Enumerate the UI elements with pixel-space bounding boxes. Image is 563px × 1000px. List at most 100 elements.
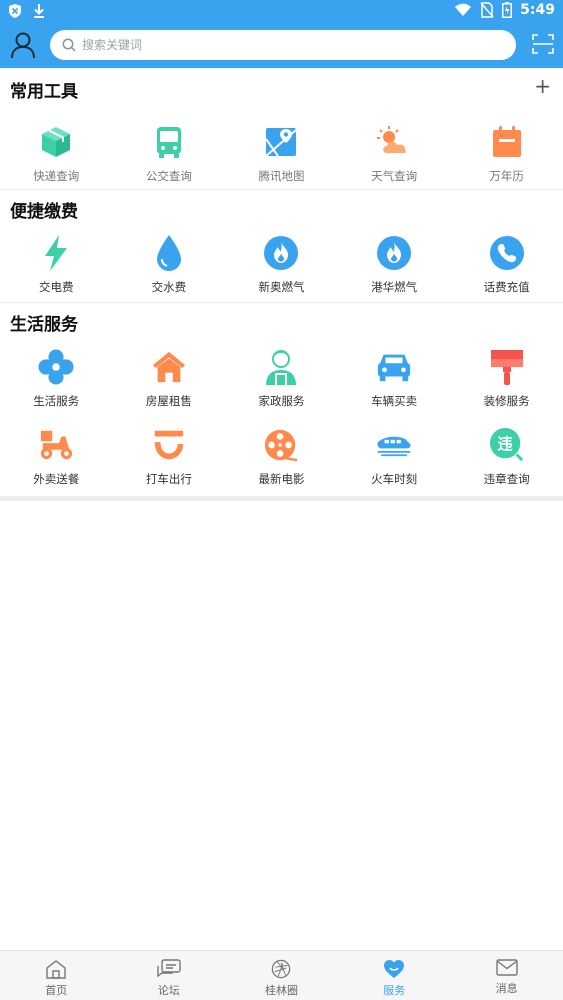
fan-icon bbox=[38, 349, 74, 385]
tool-label: 打车出行 bbox=[145, 472, 192, 486]
tab-label: 论坛 bbox=[157, 984, 180, 997]
chat-bubbles-icon bbox=[157, 959, 181, 978]
gas-flame-icon bbox=[376, 235, 412, 271]
pay-electricity[interactable]: 交电费 bbox=[0, 235, 113, 295]
tab-label: 桂林圈 bbox=[264, 984, 298, 997]
tool-label: 万年历 bbox=[489, 169, 524, 183]
violation-icon: 违 bbox=[489, 427, 525, 463]
tool-label: 港华燃气 bbox=[371, 280, 418, 294]
tab-messages[interactable]: 消息 bbox=[450, 951, 563, 1000]
tool-label: 话费充值 bbox=[483, 280, 530, 294]
home-icon bbox=[46, 960, 66, 979]
service-movies[interactable]: 最新电影 bbox=[225, 427, 338, 487]
payment-grid: 交电费 交水费 新奥燃气 港华燃气 话费充值 bbox=[0, 235, 563, 295]
search-icon bbox=[62, 38, 76, 52]
film-reel-icon bbox=[263, 427, 299, 463]
tool-label: 房屋租售 bbox=[145, 394, 192, 408]
service-grid-row-2: 外卖送餐 打车出行 最新电影 火车时刻 违 违章查询 bbox=[0, 427, 563, 487]
mail-icon bbox=[495, 959, 518, 976]
tool-calendar[interactable]: 万年历 bbox=[450, 124, 563, 184]
tool-grid: 快递查询 公交查询 腾讯地图 天气查询 万年历 bbox=[0, 124, 563, 184]
common-tools-section: 常用工具 + 快递查询 公交查询 腾讯地图 天气查询 万年历 bbox=[0, 68, 563, 190]
tool-label: 公交查询 bbox=[145, 169, 192, 183]
taxi-icon bbox=[151, 427, 187, 463]
status-bar: 5:49 bbox=[0, 0, 563, 22]
train-icon bbox=[376, 427, 412, 463]
gas-flame-icon bbox=[263, 235, 299, 271]
tab-guilin-circle[interactable]: 桂林圈 bbox=[225, 951, 338, 1000]
search-bar[interactable] bbox=[50, 30, 516, 60]
tool-label: 新奥燃气 bbox=[258, 280, 305, 294]
shield-icon bbox=[9, 4, 21, 18]
section-title: 便捷缴费 bbox=[10, 202, 78, 222]
tool-bus[interactable]: 公交查询 bbox=[113, 124, 226, 184]
aperture-icon bbox=[272, 959, 291, 979]
section-divider bbox=[0, 496, 563, 501]
calendar-icon bbox=[489, 124, 525, 160]
tool-label: 交水费 bbox=[151, 280, 187, 294]
pay-ganghua-gas[interactable]: 港华燃气 bbox=[338, 235, 451, 295]
tool-label: 天气查询 bbox=[371, 169, 418, 183]
add-tool-button[interactable]: + bbox=[534, 76, 551, 96]
package-icon bbox=[38, 124, 74, 160]
tab-home[interactable]: 首页 bbox=[0, 951, 113, 1000]
tool-label: 装修服务 bbox=[483, 394, 530, 408]
tool-label: 快递查询 bbox=[33, 169, 80, 183]
tool-label: 生活服务 bbox=[33, 394, 80, 408]
bottom-tab-bar: 首页 论坛 桂林圈 服务 消息 bbox=[0, 950, 563, 1000]
service-life[interactable]: 生活服务 bbox=[0, 349, 113, 409]
no-sim-icon bbox=[480, 2, 494, 18]
status-time: 5:49 bbox=[520, 2, 555, 18]
house-icon bbox=[151, 349, 187, 385]
top-header bbox=[0, 22, 563, 68]
section-title: 生活服务 bbox=[10, 315, 78, 335]
user-icon[interactable] bbox=[8, 30, 38, 60]
service-housekeeping[interactable]: 家政服务 bbox=[225, 349, 338, 409]
housekeeper-icon bbox=[263, 349, 299, 385]
tab-forum[interactable]: 论坛 bbox=[113, 951, 226, 1000]
service-house-rent[interactable]: 房屋租售 bbox=[113, 349, 226, 409]
tool-label: 交电费 bbox=[39, 280, 74, 294]
paint-brush-icon bbox=[489, 349, 525, 385]
tool-label: 违章查询 bbox=[483, 472, 530, 486]
pay-phone-topup[interactable]: 话费充值 bbox=[450, 235, 563, 295]
heart-smile-icon bbox=[384, 960, 405, 978]
scooter-icon bbox=[38, 427, 74, 463]
search-input[interactable] bbox=[82, 38, 462, 52]
svg-text:违: 违 bbox=[497, 435, 512, 453]
service-renovation[interactable]: 装修服务 bbox=[450, 349, 563, 409]
payments-section: 便捷缴费 交电费 交水费 新奥燃气 港华燃气 话费充值 bbox=[0, 190, 563, 302]
service-taxi[interactable]: 打车出行 bbox=[113, 427, 226, 487]
service-train[interactable]: 火车时刻 bbox=[338, 427, 451, 487]
tool-weather[interactable]: 天气查询 bbox=[338, 124, 451, 184]
lightning-icon bbox=[38, 235, 74, 271]
phone-icon bbox=[489, 235, 525, 271]
weather-icon bbox=[376, 124, 412, 160]
tool-label: 家政服务 bbox=[258, 394, 305, 408]
pay-xinao-gas[interactable]: 新奥燃气 bbox=[225, 235, 338, 295]
tab-label: 服务 bbox=[383, 984, 406, 997]
tool-map[interactable]: 腾讯地图 bbox=[225, 124, 338, 184]
tab-label: 首页 bbox=[45, 984, 68, 997]
service-car-trade[interactable]: 车辆买卖 bbox=[338, 349, 451, 409]
water-drop-icon bbox=[151, 235, 187, 271]
tool-label: 车辆买卖 bbox=[371, 394, 418, 408]
map-icon bbox=[263, 124, 299, 160]
tool-label: 外卖送餐 bbox=[33, 472, 80, 486]
service-food-delivery[interactable]: 外卖送餐 bbox=[0, 427, 113, 487]
tool-label: 火车时刻 bbox=[371, 472, 418, 486]
tab-label: 消息 bbox=[495, 982, 518, 995]
life-services-section: 生活服务 生活服务 房屋租售 家政服务 车辆买卖 装修服务 外卖送餐 打车出行 … bbox=[0, 303, 563, 495]
tool-express[interactable]: 快递查询 bbox=[0, 124, 113, 184]
pay-water[interactable]: 交水费 bbox=[113, 235, 226, 295]
tool-label: 腾讯地图 bbox=[258, 169, 305, 183]
car-icon bbox=[376, 349, 412, 385]
service-violation-query[interactable]: 违 违章查询 bbox=[450, 427, 563, 487]
scan-icon[interactable] bbox=[531, 32, 555, 56]
tool-label: 最新电影 bbox=[258, 472, 305, 486]
section-title: 常用工具 bbox=[10, 82, 78, 102]
bus-icon bbox=[151, 124, 187, 160]
service-grid-row-1: 生活服务 房屋租售 家政服务 车辆买卖 装修服务 bbox=[0, 349, 563, 409]
battery-icon bbox=[502, 2, 513, 18]
tab-services[interactable]: 服务 bbox=[338, 951, 451, 1000]
